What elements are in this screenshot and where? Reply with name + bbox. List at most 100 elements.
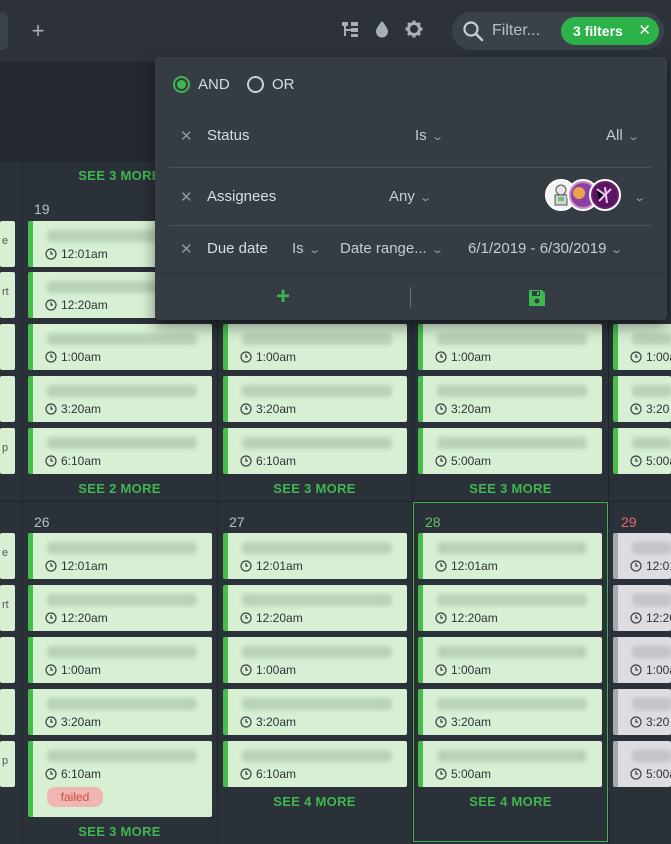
remove-filter-icon[interactable]: ✕ [180,240,193,258]
color-drop-icon[interactable] [372,20,392,42]
event-card[interactable]: 5:00a [613,741,671,787]
assignees-operator-select[interactable]: Any ⌄ [389,188,432,205]
filter-field-assignees[interactable]: Assignees [207,188,276,205]
due-date-range-select[interactable]: 6/1/2019 - 6/30/2019 ⌄ [468,240,624,257]
day-number: 19 [34,201,50,217]
event-card[interactable]: 6:10am [223,741,407,787]
event-card[interactable]: 12:20am [223,585,407,631]
column-divider [22,162,23,844]
see-more-link[interactable]: SEE 2 MORE [22,481,217,496]
event-card[interactable]: 1:00am [223,637,407,683]
event-card[interactable]: 1:00am [418,637,602,683]
event-card[interactable]: 5:00a [613,428,671,474]
clock-icon [435,403,447,415]
event-card[interactable]: 1:00a [613,324,671,370]
event-card[interactable]: 1:00am [418,324,602,370]
remove-filter-icon[interactable]: ✕ [180,188,193,206]
day-number: 27 [229,514,245,530]
active-filters-pill[interactable]: 3 filters ✕ [561,17,659,45]
event-card[interactable]: e [0,221,15,267]
clock-icon [45,768,57,780]
event-card[interactable]: 6:10am failed [28,741,212,817]
event-card[interactable]: 6:10am [223,428,407,474]
event-card[interactable]: 6:10am [28,428,212,474]
chevron-down-icon: ⌄ [430,131,444,143]
event-card[interactable]: 5:00am [418,741,602,787]
clock-icon [435,351,447,363]
save-icon[interactable] [527,288,547,308]
assignee-avatars[interactable] [545,179,625,213]
chevron-down-icon: ⌄ [307,244,321,256]
filter-input[interactable]: Filter... [492,22,540,40]
filter-bar[interactable]: Filter... 3 filters ✕ [452,12,664,50]
filter-field-due-date[interactable]: Due date [207,240,268,257]
clock-icon [240,716,252,728]
event-card[interactable]: 12:20am [418,585,602,631]
event-card[interactable]: p [0,428,15,474]
event-card[interactable] [0,324,15,370]
status-operator-select[interactable]: Is ⌄ [415,127,444,144]
see-more-link[interactable]: SEE 4 MORE [217,794,412,809]
clock-icon [45,612,57,624]
event-card[interactable]: 3:20am [223,376,407,422]
event-card[interactable] [0,637,15,683]
see-more-link[interactable]: SEE 3 MORE [217,481,412,496]
chevron-down-icon: ⌄ [419,192,432,204]
gear-icon[interactable] [404,20,424,42]
event-card[interactable]: 12:01am [418,533,602,579]
event-card[interactable]: 12:01 [613,533,671,579]
event-card[interactable]: 12:20am [28,585,212,631]
event-card[interactable]: 3:20am [418,689,602,735]
event-card[interactable]: 1:00a [613,637,671,683]
status-value-select[interactable]: All ⌄ [606,127,640,144]
hierarchy-icon[interactable] [340,20,360,42]
event-card[interactable]: 3:20 [613,376,671,422]
event-card[interactable]: 3:20am [418,376,602,422]
day-number: 26 [34,514,50,530]
event-card[interactable]: 12:20 [613,585,671,631]
add-view-button[interactable]: + [28,19,48,43]
clock-icon [630,664,642,676]
clock-icon [630,351,642,363]
chevron-down-icon: ⌄ [430,244,444,256]
divider [410,287,411,307]
event-card[interactable]: e [0,533,15,579]
day-number: 29 [621,514,637,530]
see-more-link[interactable]: SEE 4 MORE [413,794,608,809]
event-card[interactable] [0,689,15,735]
event-card[interactable]: 5:00am [418,428,602,474]
event-card[interactable]: 3:20am [28,689,212,735]
event-card[interactable]: 12:01am [223,533,407,579]
event-card[interactable]: 3:20am [223,689,407,735]
clock-icon [630,716,642,728]
due-date-operator-select[interactable]: Is ⌄ [292,240,321,257]
view-selector[interactable] [0,12,8,50]
due-date-mode-select[interactable]: Date range... ⌄ [340,240,444,257]
chevron-down-icon: ⌄ [633,192,647,204]
and-label: AND [198,76,230,93]
assignees-value-select[interactable]: ⌄ [629,188,647,205]
see-more-link[interactable]: SEE 3 MORE [413,481,608,496]
event-card[interactable]: rt [0,272,15,318]
remove-filter-icon[interactable]: ✕ [180,127,193,145]
clock-icon [435,768,447,780]
clock-icon [240,768,252,780]
and-radio[interactable] [173,76,190,93]
event-card[interactable]: 3:20 [613,689,671,735]
add-filter-button[interactable]: + [270,285,296,311]
clock-icon [45,299,57,311]
event-card[interactable]: p [0,741,15,787]
clear-filters-icon[interactable]: ✕ [638,21,651,39]
see-more-link[interactable]: SEE 3 MORE [22,824,217,839]
event-card[interactable]: 1:00am [223,324,407,370]
event-card[interactable] [0,376,15,422]
event-card[interactable]: 12:01am [28,533,212,579]
event-card[interactable]: 1:00am [28,637,212,683]
avatar [589,179,621,211]
filter-field-status[interactable]: Status [207,127,250,144]
event-card[interactable]: 3:20am [28,376,212,422]
clock-icon [630,560,642,572]
event-card[interactable]: rt [0,585,15,631]
event-card[interactable]: 1:00am [28,324,212,370]
or-radio[interactable] [247,76,264,93]
